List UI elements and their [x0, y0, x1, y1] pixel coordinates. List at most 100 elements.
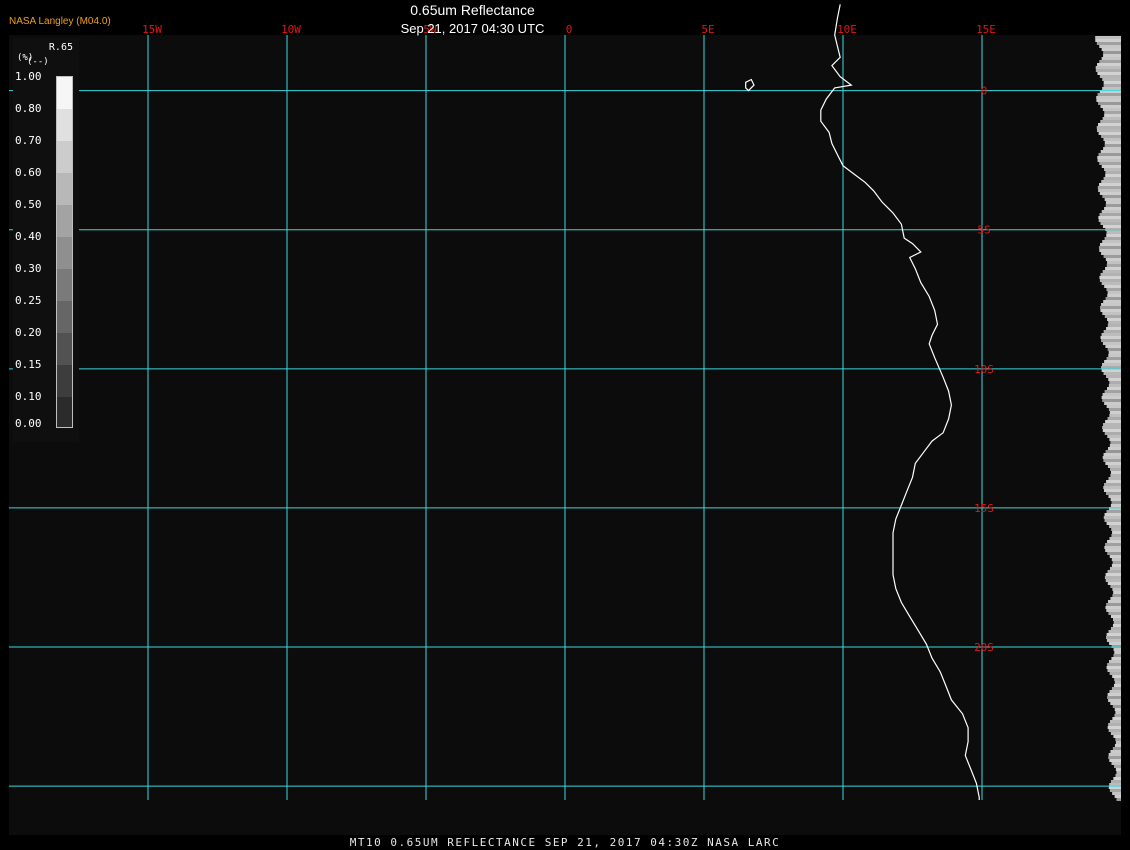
cloud-edge-segment — [1097, 159, 1121, 162]
cloud-edge-segment — [1104, 168, 1121, 171]
cloud-edge-segment — [1102, 270, 1121, 273]
cloud-edge-segment — [1104, 483, 1121, 486]
cloud-edge-segment — [1113, 648, 1121, 651]
cloud-edge-segment — [1110, 627, 1121, 630]
colorbar-swatch — [57, 77, 72, 110]
cloud-edge-segment — [1108, 699, 1121, 702]
cloud-edge-segment — [1101, 396, 1121, 399]
cloud-edge-segment — [1099, 249, 1121, 252]
cloud-edge-segment — [1108, 660, 1121, 663]
cloud-edge-segment — [1102, 225, 1121, 228]
cloud-edge-segment — [1109, 381, 1121, 384]
latitude-label: 0 — [981, 85, 988, 98]
cloud-edge-segment — [1115, 711, 1121, 714]
cloud-edge-segment — [1103, 81, 1121, 84]
colorbar-tick-label: 0.80 — [15, 102, 42, 115]
cloud-edge-segment — [1107, 417, 1121, 420]
cloud-edge-segment — [1101, 48, 1121, 51]
cloud-edge-segment — [1114, 681, 1121, 684]
cloud-edge-segment — [1103, 84, 1121, 87]
cloud-edge-segment — [1106, 234, 1121, 237]
cloud-edge-segment — [1101, 135, 1121, 138]
cloud-edge-segment — [1114, 795, 1121, 798]
timestamp-title: Sep 21, 2017 04:30 UTC — [400, 21, 545, 36]
colorbar-swatch — [57, 301, 72, 334]
cloud-edge-segment — [1100, 309, 1121, 312]
cloud-edge-segment — [1115, 768, 1121, 771]
cloud-edge-segment — [1104, 402, 1121, 405]
cloud-edge-segment — [1103, 51, 1121, 54]
cloud-edge-segment — [1102, 312, 1121, 315]
cloud-edge-segment — [1097, 156, 1121, 159]
cloud-edge-segment — [1105, 573, 1121, 576]
cloud-edge-segment — [1112, 531, 1121, 534]
cloud-edge-segment — [1113, 591, 1121, 594]
cloud-edge-segment — [1107, 387, 1121, 390]
cloud-edge-segment — [1110, 474, 1121, 477]
cloud-edge-segment — [1101, 339, 1121, 342]
cloud-edge-segment — [1105, 462, 1121, 465]
cloud-edge-segment — [1105, 174, 1121, 177]
cloud-edge-segment — [1102, 429, 1121, 432]
cloud-edge-segment — [1108, 495, 1121, 498]
cloud-edge-segment — [1098, 216, 1121, 219]
cloud-edge-segment — [1104, 576, 1121, 579]
cloud-edge-segment — [1107, 291, 1121, 294]
cloud-edge-segment — [1107, 696, 1121, 699]
cloud-edge-segment — [1108, 756, 1121, 759]
cloud-edge-segment — [1111, 564, 1121, 567]
cloud-edge-segment — [1109, 537, 1121, 540]
cloud-edge-segment — [1114, 714, 1121, 717]
cloud-edge-segment — [1098, 153, 1121, 156]
cloud-edge-segment — [1105, 450, 1121, 453]
cloud-edge-segment — [1104, 513, 1121, 516]
colorbar-tick-label: 0.00 — [15, 417, 42, 430]
cloud-edge-segment — [1107, 693, 1121, 696]
cloud-edge-segment — [1111, 528, 1121, 531]
cloud-edge-segment — [1113, 684, 1121, 687]
colorbar-tick-label: 0.40 — [15, 230, 42, 243]
cloud-edge-segment — [1107, 261, 1121, 264]
cloud-edge-segment — [1110, 750, 1121, 753]
cloud-edge-segment — [1103, 453, 1121, 456]
cloud-edge-segment — [1104, 237, 1121, 240]
cloud-edge-segment — [1102, 426, 1121, 429]
cloud-edge-segment — [1103, 372, 1121, 375]
cloud-edge-segment — [1110, 615, 1121, 618]
cloud-edge-segment — [1112, 624, 1121, 627]
latitude-label: 20S — [974, 641, 994, 654]
cloud-edge-segment — [1115, 774, 1121, 777]
cloud-edge-segment — [1107, 570, 1121, 573]
cloud-edge-segment — [1111, 558, 1121, 561]
cloud-edge-segment — [1104, 285, 1121, 288]
cloud-edge-segment — [1111, 534, 1121, 537]
cloud-edge-segment — [1102, 399, 1121, 402]
cloud-edge-segment — [1106, 639, 1121, 642]
cloud-edge-segment — [1103, 54, 1121, 57]
cloud-edge-segment — [1112, 588, 1121, 591]
cloud-edge-segment — [1099, 306, 1121, 309]
cloud-edge-segment — [1095, 39, 1121, 42]
cloud-edge-segment — [1107, 582, 1121, 585]
cloud-edge-segment — [1099, 279, 1121, 282]
longitude-label: 15E — [976, 23, 996, 36]
cloud-edge-segment — [1109, 642, 1121, 645]
cloud-edge-segment — [1098, 102, 1121, 105]
cloud-edge-segment — [1109, 411, 1121, 414]
latitude-label: 15S — [974, 502, 994, 515]
latitude-label: 10S — [974, 363, 994, 376]
cloud-edge-segment — [1107, 552, 1121, 555]
cloud-edge-segment — [1106, 264, 1121, 267]
cloud-edge-segment — [1104, 432, 1121, 435]
cloud-edge-segment — [1109, 555, 1121, 558]
cloud-edge-segment — [1116, 771, 1121, 774]
colorbar-scale — [56, 76, 73, 428]
cloud-edge-segment — [1116, 798, 1121, 801]
cloud-edge-segment — [1108, 351, 1121, 354]
cloud-edge-segment — [1098, 123, 1121, 126]
cloud-edge-segment — [1110, 585, 1121, 588]
colorbar-tick-label: 0.60 — [15, 166, 42, 179]
cloud-edge-segment — [1105, 258, 1121, 261]
cloud-edge-segment — [1102, 393, 1121, 396]
cloud-edge-segment — [1096, 126, 1121, 129]
